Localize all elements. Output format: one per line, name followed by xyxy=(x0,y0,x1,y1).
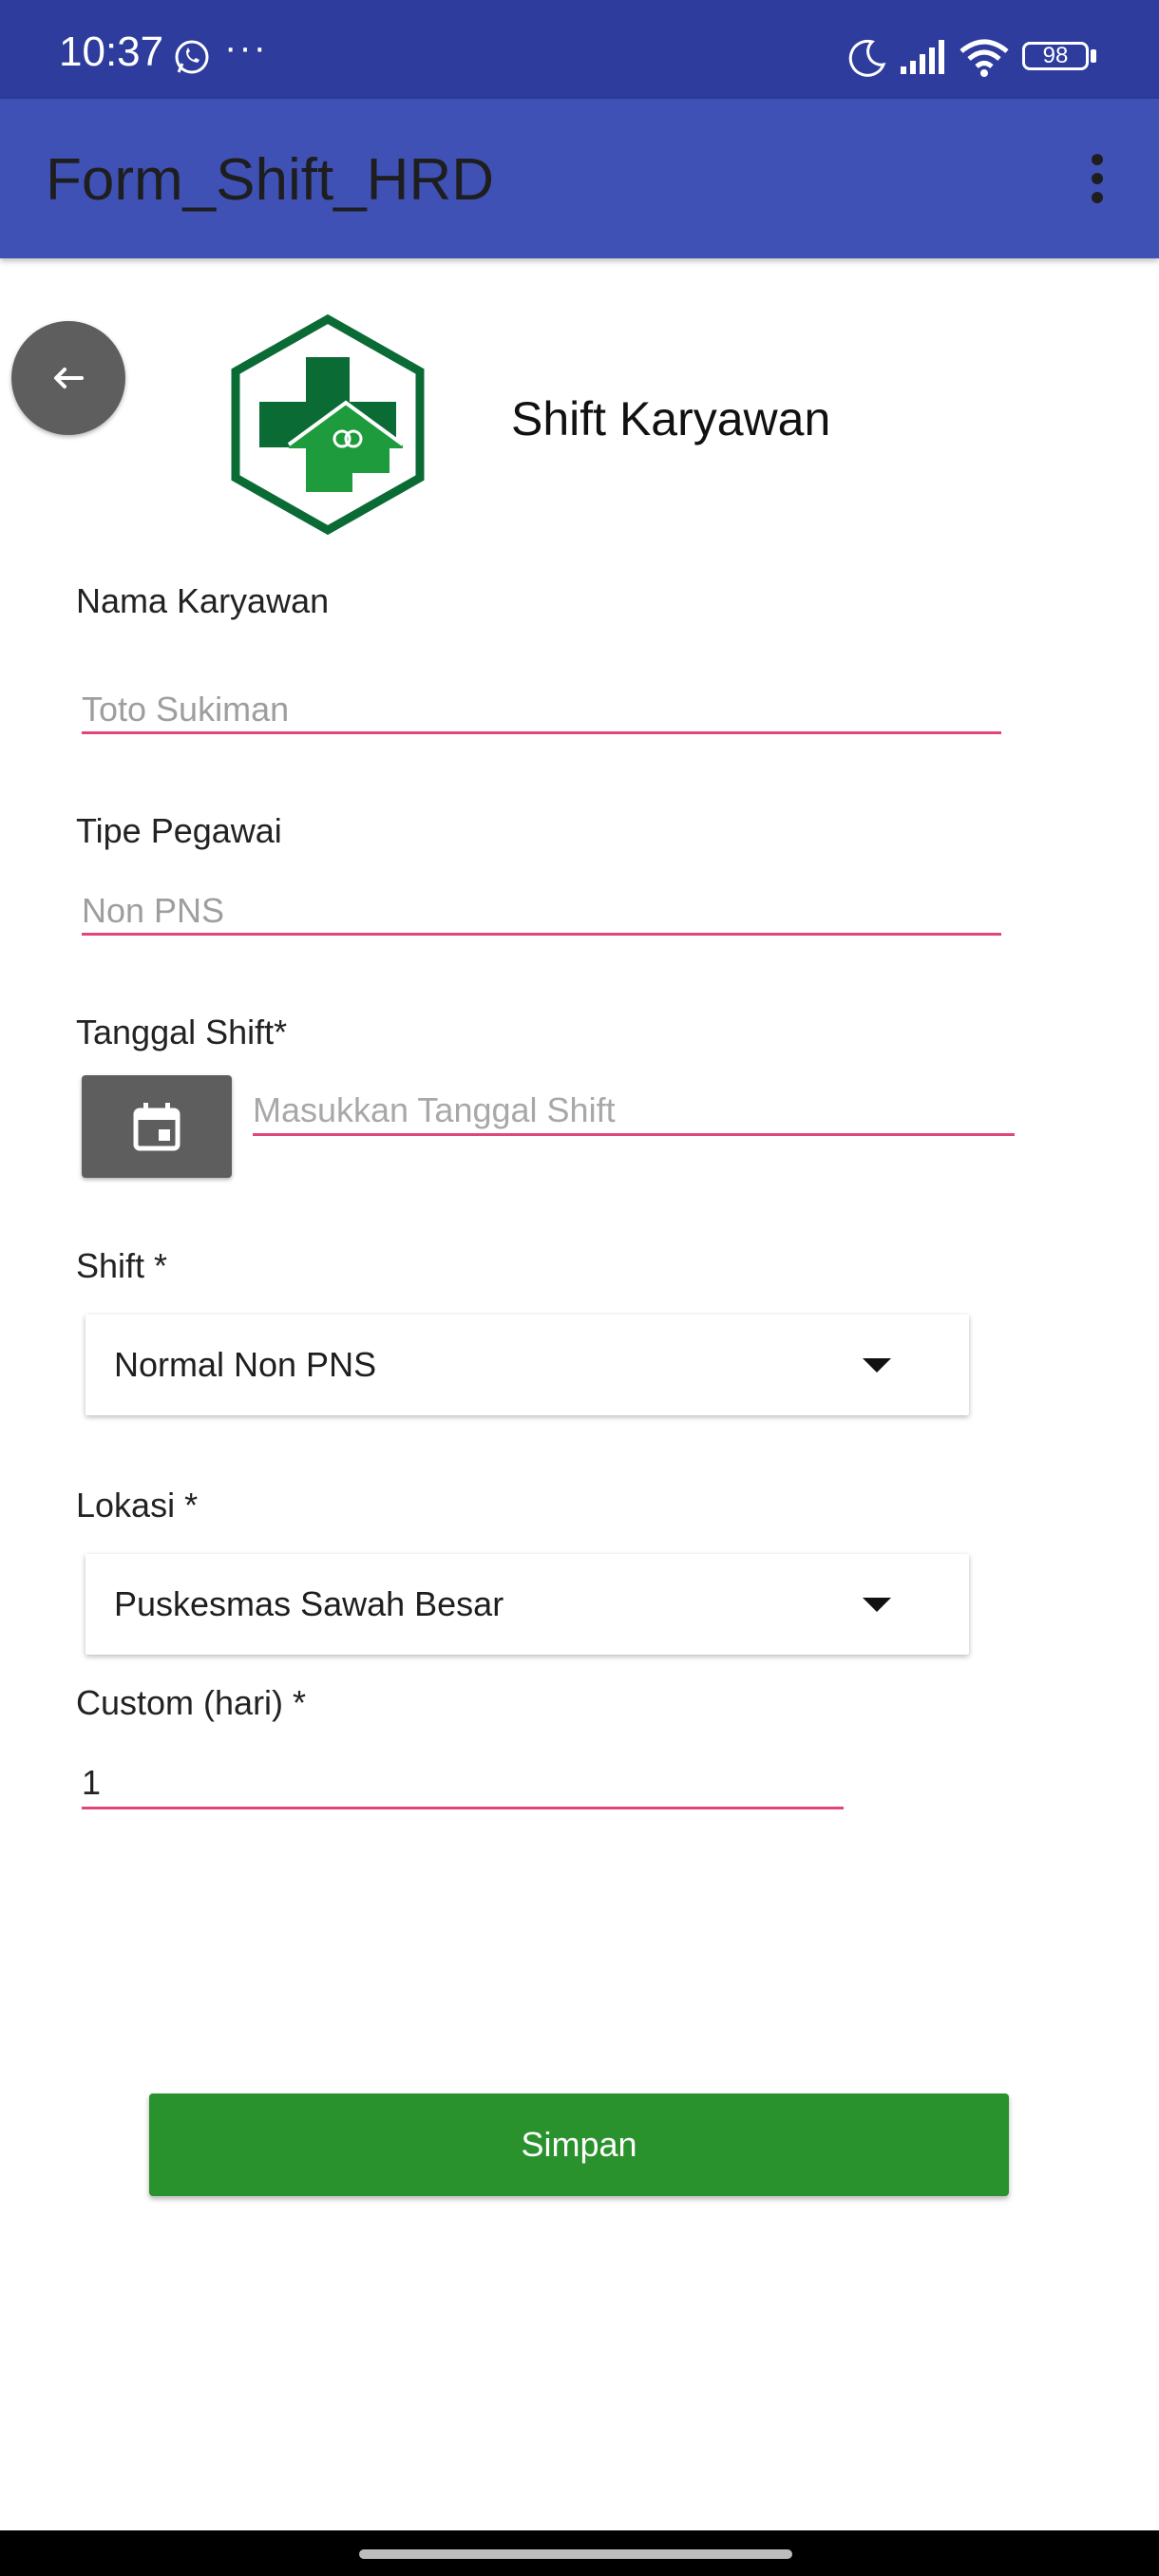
tipe-pegawai-field: Non PNS xyxy=(82,891,225,930)
nama-karyawan-field: Toto Sukiman xyxy=(82,690,290,729)
battery-tip xyxy=(1091,49,1096,63)
shift-dropdown[interactable]: Normal Non PNS xyxy=(86,1315,969,1415)
tipe-pegawai-label: Tipe Pegawai xyxy=(76,811,282,850)
lokasi-selected-value: Puskesmas Sawah Besar xyxy=(114,1584,504,1623)
chevron-down-icon xyxy=(863,1358,891,1373)
nama-karyawan-underline xyxy=(82,731,1001,734)
app-title: Form_Shift_HRD xyxy=(46,147,494,213)
lokasi-dropdown[interactable]: Puskesmas Sawah Besar xyxy=(86,1554,969,1655)
custom-hari-underline xyxy=(82,1807,844,1809)
whatsapp-icon xyxy=(175,40,209,74)
shift-selected-value: Normal Non PNS xyxy=(114,1345,377,1384)
tanggal-shift-underline xyxy=(253,1133,1015,1136)
save-button[interactable]: Simpan xyxy=(149,2093,1009,2196)
nama-karyawan-label: Nama Karyawan xyxy=(76,581,330,620)
battery-icon: 98 xyxy=(1022,42,1089,70)
more-notifications-icon: ··· xyxy=(224,27,268,68)
arrow-left-icon xyxy=(54,368,84,388)
overflow-menu-icon[interactable] xyxy=(1083,154,1112,211)
page-title: Shift Karyawan xyxy=(511,392,831,445)
chevron-down-icon xyxy=(863,1598,891,1612)
status-bar: 10:37 ··· 98 xyxy=(0,0,1159,99)
custom-hari-input[interactable]: 1 xyxy=(82,1763,101,1803)
tanggal-shift-label: Tanggal Shift* xyxy=(76,1013,288,1051)
lokasi-label: Lokasi * xyxy=(76,1486,199,1525)
puskesmas-logo-icon xyxy=(231,313,425,536)
wifi-icon xyxy=(960,39,1009,77)
calendar-icon xyxy=(133,1103,180,1151)
shift-label: Shift * xyxy=(76,1246,168,1285)
status-time: 10:37 xyxy=(59,28,164,75)
tipe-pegawai-underline xyxy=(82,933,1001,936)
do-not-disturb-moon-icon xyxy=(848,39,886,77)
custom-hari-label: Custom (hari) * xyxy=(76,1683,307,1722)
home-gesture-handle[interactable] xyxy=(359,2549,792,2559)
tanggal-shift-input[interactable]: Masukkan Tanggal Shift xyxy=(253,1090,616,1130)
cell-signal-icon xyxy=(901,40,944,74)
date-picker-button[interactable] xyxy=(82,1075,232,1178)
app-bar: Form_Shift_HRD xyxy=(0,99,1159,258)
back-button[interactable] xyxy=(11,321,125,435)
